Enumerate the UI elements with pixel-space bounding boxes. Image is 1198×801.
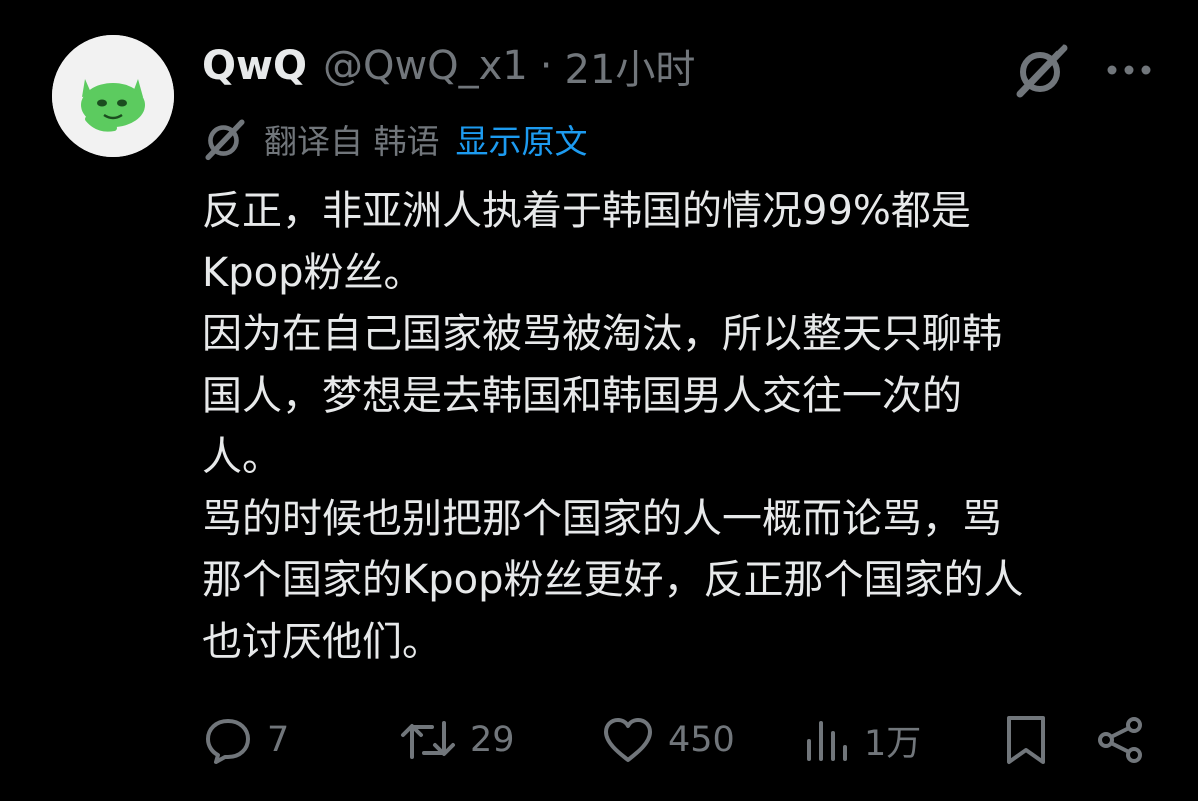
reply-count: 7 xyxy=(267,720,290,760)
like-count: 450 xyxy=(668,720,735,760)
post-body: 反正，非亚洲人执着于韩国的情况99%都是 Kpop粉丝。 因为在自己国家被骂被淘… xyxy=(202,181,1152,673)
grok-button[interactable] xyxy=(1012,40,1072,100)
post-time[interactable]: 21小时 xyxy=(565,37,696,95)
heart-icon xyxy=(604,718,652,762)
repost-count: 29 xyxy=(470,720,515,760)
bookmark-button[interactable] xyxy=(1005,712,1047,768)
user-handle[interactable]: @QwQ_x1 xyxy=(323,43,528,89)
show-original-link[interactable]: 显示原文 xyxy=(456,115,588,163)
share-icon xyxy=(1098,717,1142,763)
post-body-line: 骂的时候也别把那个国家的人一概而论骂，骂 xyxy=(202,495,1002,542)
analytics-icon xyxy=(807,721,847,761)
post-body-line: 也讨厌他们。 xyxy=(202,618,442,665)
translated-from-label: 翻译自 韩语 xyxy=(264,122,440,161)
views-count: 1万 xyxy=(864,723,922,764)
reply-button[interactable]: 7 xyxy=(203,712,289,768)
more-button[interactable] xyxy=(1106,64,1152,76)
grok-translate-icon xyxy=(205,119,245,161)
post-body-line: Kpop粉丝。 xyxy=(202,249,424,296)
header-actions xyxy=(1012,40,1152,100)
translation-row: 翻译自 韩语 显示原文 xyxy=(202,116,588,162)
bookmark-icon xyxy=(1007,716,1045,764)
views-button[interactable]: 1万 xyxy=(804,712,921,768)
repost-icon xyxy=(401,721,455,759)
post-body-line: 因为在自己国家被骂被淘汰，所以整天只聊韩 xyxy=(202,311,1002,357)
like-button[interactable]: 450 xyxy=(602,712,735,768)
more-icon xyxy=(1107,65,1151,75)
avatar[interactable] xyxy=(52,35,174,157)
post-header: QwQ @QwQ_x1 · 21小时 xyxy=(202,38,695,94)
reply-icon xyxy=(206,719,250,764)
post-body-line: 人。 xyxy=(202,434,282,480)
action-bar: 7 29 450 1万 xyxy=(0,712,1198,768)
post-body-line: 国人，梦想是去韩国和韩国男人交往一次的 xyxy=(202,372,962,419)
post-body-line: 那个国家的Kpop粉丝更好，反正那个国家的人 xyxy=(202,557,1024,603)
separator-dot: · xyxy=(539,43,553,89)
grok-icon xyxy=(1016,42,1068,98)
green-cat-avatar-icon xyxy=(52,35,174,157)
share-button[interactable] xyxy=(1096,712,1146,768)
repost-button[interactable]: 29 xyxy=(400,712,515,768)
display-name[interactable]: QwQ xyxy=(202,43,307,89)
post-body-line: 反正，非亚洲人执着于韩国的情况99%都是 xyxy=(202,188,971,234)
